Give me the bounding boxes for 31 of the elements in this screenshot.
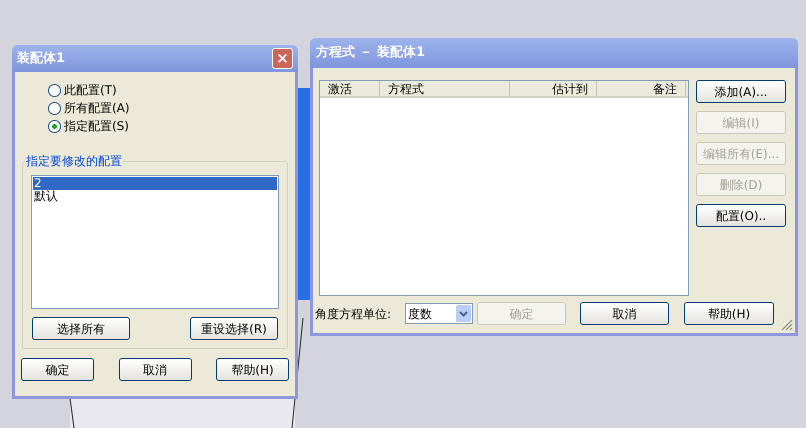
column-header[interactable]: 激活 <box>320 81 380 96</box>
button[interactable]: 帮助(H) <box>216 358 289 381</box>
radio-label: 所有配置(A) <box>64 100 130 117</box>
button[interactable]: 添加(A)... <box>696 80 786 103</box>
field-label: 角度方程单位: <box>315 306 392 322</box>
button[interactable]: 取消 <box>580 302 669 325</box>
resize-grip-icon[interactable] <box>781 319 793 331</box>
dropdown-value: 度数 <box>408 306 432 322</box>
radio-button[interactable] <box>48 102 61 114</box>
radio-label: 指定配置(S) <box>64 118 129 135</box>
list-box[interactable]: 2 默认 <box>31 175 279 309</box>
caret-icon <box>456 305 471 322</box>
close-button[interactable]: × <box>272 48 293 69</box>
column-header[interactable]: 备注 <box>597 81 686 96</box>
unit-dropdown[interactable]: 度数 <box>405 303 473 324</box>
button[interactable]: 配置(O).. <box>696 204 786 227</box>
button[interactable]: 取消 <box>118 358 192 381</box>
radio-button[interactable] <box>48 84 61 96</box>
list-item[interactable]: 默认 <box>33 190 277 203</box>
radio-button[interactable] <box>48 120 61 132</box>
group-label: 指定要修改的配置 <box>25 153 123 169</box>
column-header[interactable]: 估计到 <box>510 81 597 96</box>
column-header[interactable]: 方程式 <box>380 81 510 96</box>
button[interactable]: 重设选择(R) <box>190 317 278 340</box>
window-title: 装配体1 <box>17 50 66 68</box>
button[interactable]: 选择所有 <box>32 317 130 340</box>
radio-label: 此配置(T) <box>64 82 117 99</box>
window-title: 方程式 － 装配体1 <box>316 44 426 62</box>
list-item[interactable]: 2 <box>33 177 277 190</box>
button[interactable]: 帮助(H) <box>684 302 774 325</box>
button[interactable]: 确定 <box>21 358 94 381</box>
